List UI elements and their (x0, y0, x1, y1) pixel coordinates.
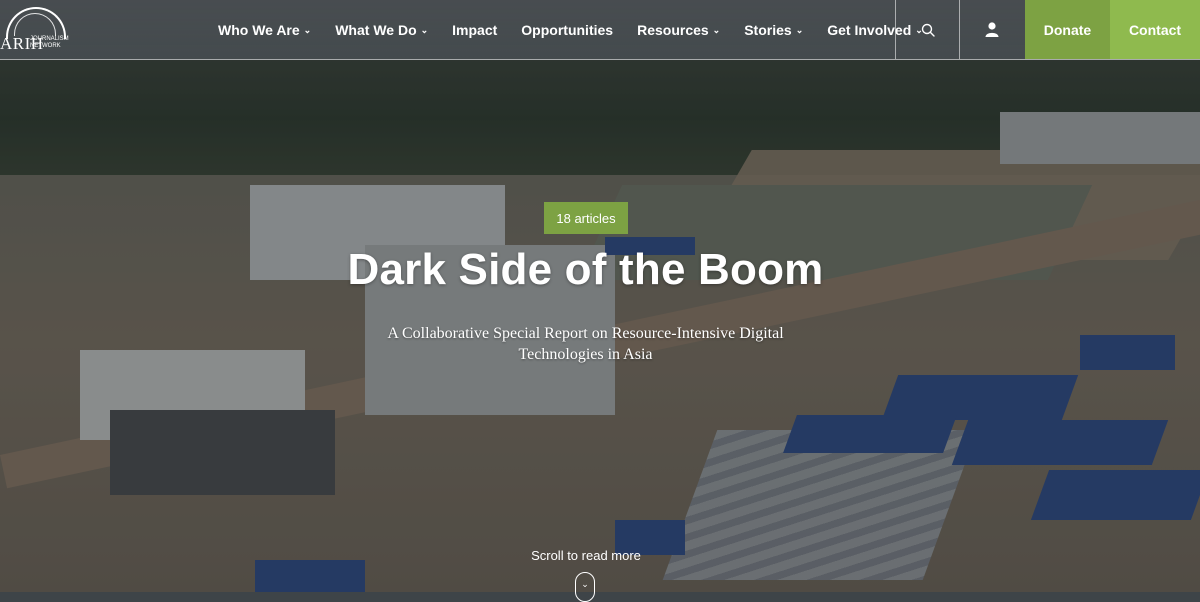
user-icon (985, 22, 998, 37)
site-logo[interactable]: ARIH JOURNALISM NETWORK (0, 4, 75, 54)
account-button[interactable] (959, 0, 1023, 59)
nav-item-label: Stories (744, 21, 792, 38)
donate-button[interactable]: Donate (1025, 0, 1110, 59)
nav-item-label: Impact (452, 21, 498, 38)
search-button[interactable] (895, 0, 959, 59)
chevron-down-icon: ⌄ (712, 25, 721, 35)
nav-item-label: Resources (637, 21, 709, 38)
nav-item-label: Opportunities (521, 21, 614, 38)
scroll-down-button[interactable]: ⌄ (575, 572, 595, 602)
nav-item-label: Who We Are (218, 21, 300, 38)
nav-item-opportunities[interactable]: Opportunities (509, 0, 625, 59)
scroll-hint: Scroll to read more (531, 548, 641, 563)
nav-item-stories[interactable]: Stories ⌄ (732, 0, 815, 59)
article-count-badge[interactable]: 18 articles (544, 202, 628, 234)
site-header: ARIH JOURNALISM NETWORK Who We Are ⌄ Wha… (0, 0, 1200, 60)
hero-background-image (0, 0, 1200, 592)
search-icon (921, 23, 935, 37)
chevron-down-icon: ⌄ (795, 25, 804, 35)
logo-subtitle: JOURNALISM NETWORK (30, 36, 69, 49)
nav-item-impact[interactable]: Impact (440, 0, 509, 59)
chevron-down-icon: ⌄ (581, 579, 589, 589)
nav-item-resources[interactable]: Resources ⌄ (625, 0, 732, 59)
main-nav: Who We Are ⌄ What We Do ⌄ Impact Opportu… (206, 0, 935, 59)
nav-item-label: What We Do (335, 21, 417, 38)
nav-item-what-we-do[interactable]: What We Do ⌄ (323, 0, 440, 59)
page-subtitle: A Collaborative Special Report on Resour… (387, 325, 784, 363)
chevron-down-icon: ⌄ (420, 25, 429, 35)
contact-button[interactable]: Contact (1110, 0, 1200, 59)
page-title: Dark Side of the Boom (347, 245, 824, 294)
chevron-down-icon: ⌄ (303, 25, 312, 35)
nav-item-who-we-are[interactable]: Who We Are ⌄ (206, 0, 323, 59)
